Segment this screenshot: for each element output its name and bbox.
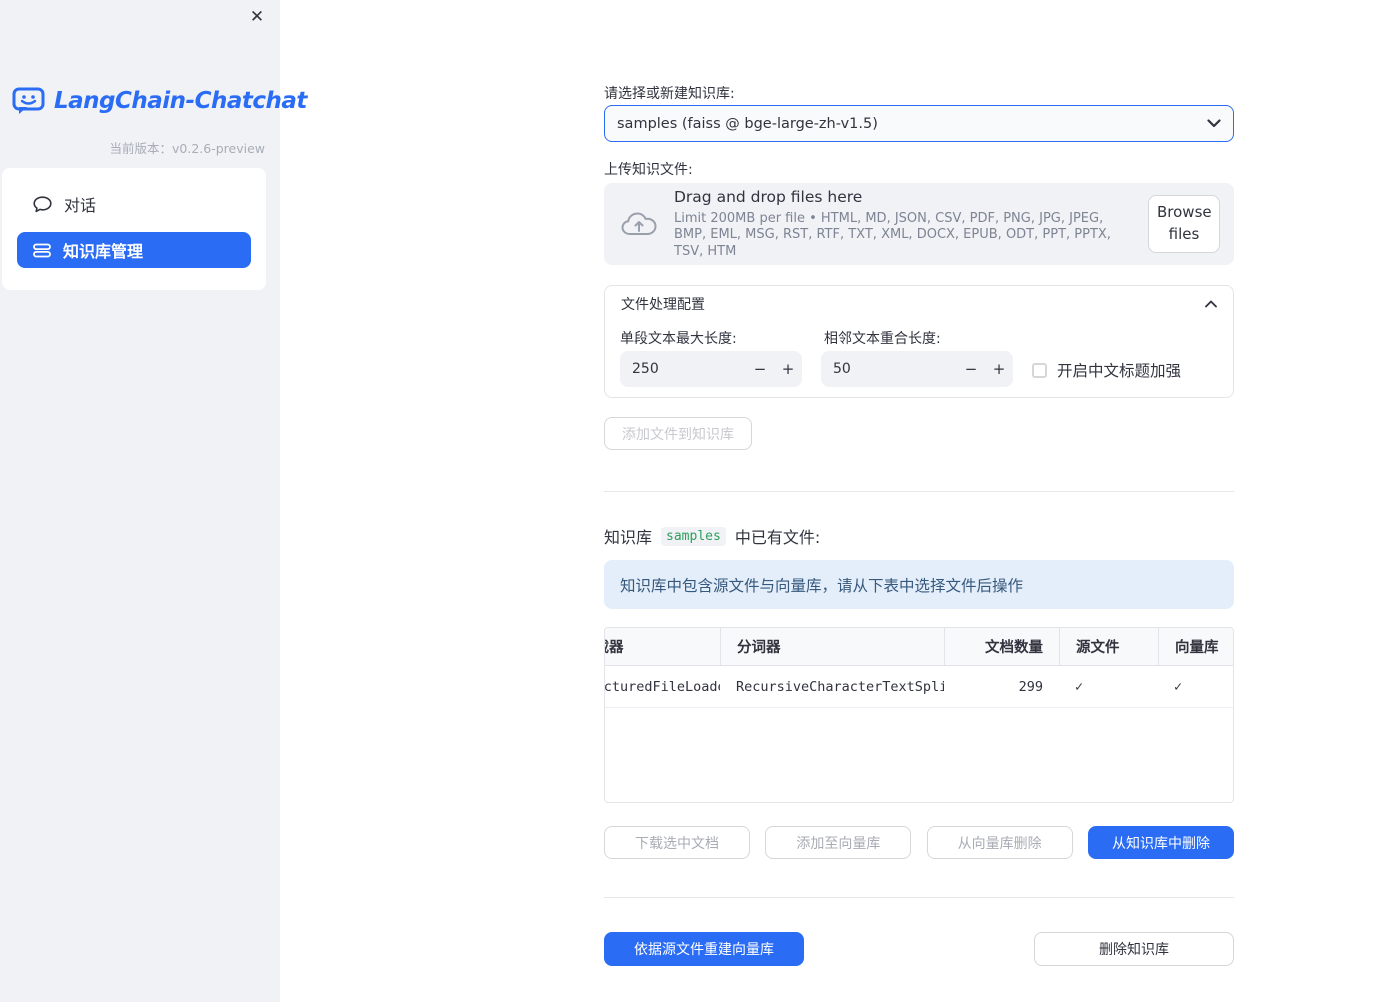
kb-files-heading: 知识库 samples 中已有文件:	[604, 524, 820, 548]
cell-docs-count: 299	[1018, 678, 1043, 695]
chunk-overlap-value: 50	[833, 361, 851, 377]
minus-icon[interactable]: −	[957, 351, 985, 387]
remove-from-vector-store-button[interactable]: 从向量库删除	[926, 826, 1073, 859]
divider	[604, 491, 1234, 492]
cell-splitter: RecursiveCharacterTextSplitter	[736, 678, 944, 695]
kb-select-value: samples (faiss @ bge-large-zh-v1.5)	[617, 115, 878, 132]
chunk-size-input[interactable]: 250 − +	[620, 351, 802, 387]
uploader-title: Drag and drop files here	[674, 188, 863, 207]
chunk-overlap-label: 相邻文本重合长度:	[824, 331, 941, 347]
column-header-splitter: 分词器	[720, 628, 944, 665]
app-logo: LangChain-Chatchat	[12, 86, 307, 116]
chat-icon	[33, 195, 52, 213]
chevron-up-icon	[1205, 300, 1217, 308]
kb-files-suffix: 中已有文件:	[734, 528, 821, 547]
cloud-upload-icon	[620, 210, 658, 238]
minus-icon[interactable]: −	[746, 351, 774, 387]
zh-title-enhance-label: 开启中文标题加强	[1057, 362, 1182, 380]
kb-select[interactable]: samples (faiss @ bge-large-zh-v1.5)	[604, 105, 1234, 142]
plus-icon[interactable]: +	[985, 351, 1013, 387]
sidebar-item-label: 对话	[64, 196, 97, 215]
chevron-down-icon	[1207, 119, 1221, 128]
kb-files-table[interactable]: 文档加载器 分词器 文档数量 源文件 向量库 UnstructuredFileL…	[604, 627, 1234, 803]
file-config-expander-header[interactable]: 文件处理配置	[605, 286, 1233, 322]
info-banner: 知识库中包含源文件与向量库，请从下表中选择文件后操作	[604, 560, 1234, 609]
cell-vector-store-check: ✓	[1158, 666, 1233, 707]
close-icon: ✕	[249, 7, 265, 26]
uploader-hint: Limit 200MB per file • HTML, MD, JSON, C…	[674, 211, 1111, 259]
delete-from-kb-button[interactable]: 从知识库中删除	[1087, 826, 1234, 859]
delete-kb-button[interactable]: 删除知识库	[1034, 932, 1234, 966]
version-value: v0.2.6-preview	[172, 141, 265, 156]
kb-select-label: 请选择或新建知识库:	[604, 86, 735, 102]
table-row[interactable]: UnstructuredFileLoader RecursiveCharacte…	[605, 666, 1233, 708]
check-icon: ✓	[1075, 678, 1084, 695]
sidebar-item-label: 知识库管理	[63, 242, 144, 261]
kb-actions-row: 依据源文件重建向量库 删除知识库	[604, 932, 1234, 966]
cell-loader: UnstructuredFileLoader	[605, 678, 720, 695]
info-banner-text: 知识库中包含源文件与向量库，请从下表中选择文件后操作	[620, 576, 1024, 595]
sidebar-item-chat[interactable]: 对话	[17, 186, 251, 222]
table-header: 文档加载器 分词器 文档数量 源文件 向量库	[605, 628, 1233, 666]
check-icon: ✓	[1174, 678, 1183, 695]
file-uploader-dropzone[interactable]: Drag and drop files here Limit 200MB per…	[604, 183, 1234, 265]
version-label: 当前版本：	[109, 141, 172, 156]
sidebar-menu: 对话 知识库管理	[2, 168, 266, 290]
app-title: LangChain-Chatchat	[54, 88, 307, 114]
uploader-texts: Drag and drop files here Limit 200MB per…	[674, 188, 1132, 260]
divider	[604, 897, 1234, 898]
add-files-to-kb-button[interactable]: 添加文件到知识库	[604, 417, 752, 450]
file-config-expander: 文件处理配置 单段文本最大长度: 相邻文本重合长度: 250 − + 50 − …	[604, 285, 1234, 398]
chunk-overlap-input[interactable]: 50 − +	[821, 351, 1013, 387]
kb-files-prefix: 知识库	[604, 528, 653, 547]
sidebar-item-knowledge-base[interactable]: 知识库管理	[17, 232, 251, 268]
chat-bubble-logo-icon	[12, 86, 46, 116]
zh-title-enhance-checkbox[interactable]: 开启中文标题加强	[1032, 359, 1181, 381]
column-header-loader: 文档加载器	[605, 640, 624, 656]
chunk-size-label: 单段文本最大长度:	[620, 331, 737, 347]
upload-label: 上传知识文件:	[604, 162, 693, 178]
version-text: 当前版本：v0.2.6-preview	[109, 138, 265, 157]
close-sidebar-button[interactable]: ✕	[246, 6, 268, 28]
column-header-source-file: 源文件	[1059, 628, 1158, 665]
knowledge-base-icon	[33, 243, 51, 258]
column-header-vector-store: 向量库	[1158, 628, 1233, 665]
download-selected-button[interactable]: 下载选中文档	[604, 826, 750, 859]
expander-title: 文件处理配置	[621, 297, 705, 313]
plus-icon[interactable]: +	[774, 351, 802, 387]
browse-files-button[interactable]: Browse files	[1148, 195, 1220, 253]
cell-source-file-check: ✓	[1059, 666, 1158, 707]
column-header-docs-count: 文档数量	[944, 628, 1059, 665]
rebuild-vector-store-button[interactable]: 依据源文件重建向量库	[604, 932, 804, 966]
kb-name-code: samples	[661, 526, 726, 546]
chunk-size-value: 250	[632, 361, 659, 377]
checkbox-icon	[1032, 362, 1047, 378]
sidebar: ✕ LangChain-Chatchat 当前版本：v0.2.6-preview…	[0, 0, 307, 1002]
add-to-vector-store-button[interactable]: 添加至向量库	[765, 826, 912, 859]
file-actions-row: 下载选中文档 添加至向量库 从向量库删除 从知识库中删除	[604, 826, 1234, 859]
